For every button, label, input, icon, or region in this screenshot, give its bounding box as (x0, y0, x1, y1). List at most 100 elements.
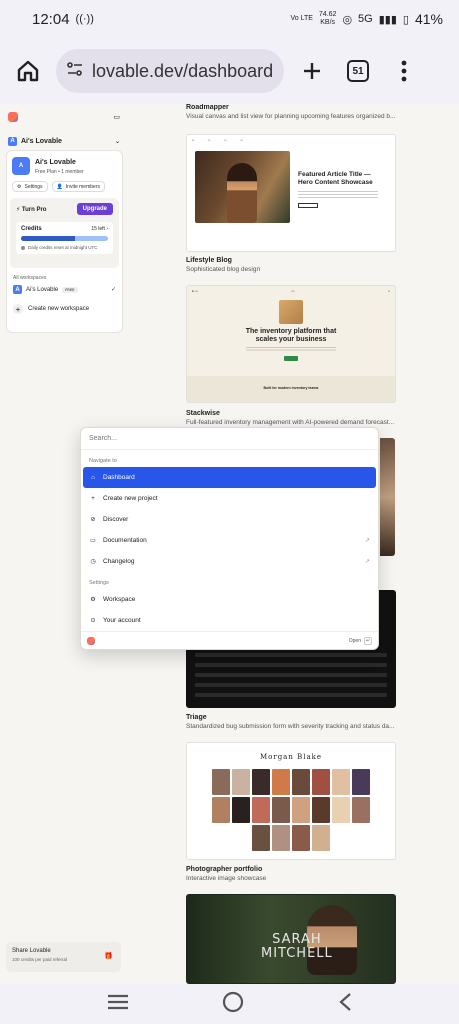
share-lovable-card[interactable]: Share Lovable 100 credits per paid refer… (6, 942, 121, 972)
turn-pro-label: ⚡ Turn Pro (16, 206, 47, 213)
plus-icon: + (13, 304, 23, 314)
create-workspace-button[interactable]: + Create new workspace (7, 294, 122, 314)
sidebar-header: ▭ (8, 112, 120, 122)
template-card[interactable]: Photographer portfolio Interactive image… (186, 866, 396, 882)
back-icon[interactable] (338, 992, 352, 1017)
credits-panel[interactable]: Credits 15 left › Daily credits reset at… (16, 222, 113, 254)
template-thumbnail[interactable]: Morgan Blake (186, 742, 396, 860)
palette-item-dashboard[interactable]: ⌂ Dashboard (83, 467, 376, 488)
user-plus-icon: 👤 (56, 183, 63, 190)
external-link-icon: ↗ (364, 559, 370, 565)
photo-thumbnail (272, 825, 290, 851)
photo-thumbnail (292, 797, 310, 823)
workspace-switcher[interactable]: A Ai's Lovable ⌄ (8, 132, 120, 150)
settings-label: Settings (24, 183, 43, 190)
palette-item-changelog[interactable]: ◷ Changelog ↗ (83, 551, 376, 572)
battery-percent: 41% (414, 11, 443, 27)
template-thumbnail[interactable]: SARAH MITCHELL (186, 894, 396, 984)
address-bar[interactable]: lovable.dev/dashboard (56, 49, 284, 93)
template-card[interactable]: Stackwise Full-featured inventory manage… (186, 410, 396, 426)
photo-thumbnail (252, 769, 270, 795)
palette-item-label: Your account (103, 617, 141, 624)
template-thumbnail[interactable]: ▪▪ ▪▪ ▪▪ ▪▪ Featured Article Title — Hero C… (186, 134, 396, 252)
home-icon[interactable] (10, 53, 46, 89)
command-palette: Navigate to ⌂ Dashboard + Create new pro… (80, 427, 379, 650)
palette-search (81, 428, 378, 450)
palette-footer: Open ↵ (81, 631, 378, 649)
workspace-item-label: Ai's Lovable (26, 286, 59, 293)
thumbnail-edge (380, 438, 395, 556)
plan-badge: FREE (62, 286, 78, 293)
share-subtitle: 100 credits per paid referral (12, 957, 68, 962)
invite-members-button[interactable]: 👤 Invite members (51, 181, 105, 192)
signal-icon: ▮▮▮ (378, 13, 397, 26)
sidebar-toggle-icon[interactable]: ▭ (113, 113, 120, 121)
all-workspaces-heading: All workspaces (13, 275, 47, 281)
photo-grid (187, 769, 395, 851)
workspace-switcher-label: Ai's Lovable (21, 137, 62, 145)
photo-thumbnail (332, 769, 350, 795)
workspace-avatar: A (13, 285, 22, 294)
template-desc: Full-featured inventory management with … (186, 419, 395, 426)
open-label: Open (348, 637, 361, 644)
template-card[interactable]: Roadmapper Visual canvas and list view f… (186, 104, 396, 120)
credits-label: Credits (21, 226, 42, 232)
thumb-nav: ▪▪ ▪▪ ▪▪ ▪▪ (192, 138, 243, 142)
upgrade-button[interactable]: Upgrade (76, 203, 113, 215)
lovable-logo[interactable] (8, 112, 18, 122)
palette-item-discover[interactable]: ⊘ Discover (83, 509, 376, 530)
photo-thumbnail (292, 769, 310, 795)
recent-apps-icon[interactable] (107, 994, 129, 1015)
box-image (279, 300, 303, 324)
photo-thumbnail (312, 797, 330, 823)
photo-thumbnail (332, 797, 350, 823)
template-thumbnail[interactable]: ■ ▪▪▪ ▪▪▪ ▪▪ The inventory platform that sc… (186, 285, 396, 403)
template-desc: Standardized bug submission form with se… (186, 723, 395, 730)
workspace-list-item[interactable]: A Ai's Lovable FREE ✓ (7, 281, 122, 294)
template-title: Photographer portfolio (186, 866, 263, 873)
palette-item-workspace[interactable]: ⚙ Workspace (83, 589, 376, 610)
enter-key-icon: ↵ (364, 636, 372, 645)
open-hint[interactable]: Open ↵ (348, 636, 372, 645)
palette-item-label: Documentation (103, 537, 147, 544)
status-indicators: Vo LTE 74.62 KB/s ◎ 5G ▮▮▮ ▯ 41% (290, 11, 443, 27)
template-desc: Interactive image showcase (186, 875, 267, 882)
photo-thumbnail (212, 797, 230, 823)
pro-box: ⚡ Turn Pro Upgrade Credits 15 left › Dai… (10, 198, 119, 268)
settings-section-heading: Settings (89, 580, 109, 586)
more-menu-icon[interactable] (386, 53, 422, 89)
template-title: Roadmapper (186, 104, 229, 111)
home-circle-icon[interactable] (222, 991, 244, 1018)
external-link-icon: ↗ (364, 538, 370, 544)
palette-item-label: Changelog (103, 558, 135, 565)
palette-item-create-project[interactable]: + Create new project (83, 488, 376, 509)
thumb-headline: Featured Article Title — Hero Content Sh… (298, 171, 373, 186)
system-nav-bar (0, 984, 459, 1024)
battery-icon: ▯ (402, 13, 409, 26)
template-card[interactable]: Lifestyle Blog Sophisticated blog design (186, 257, 396, 273)
network-label: 5G (358, 13, 373, 25)
palette-item-label: Create new project (103, 495, 158, 502)
credits-bar (21, 236, 108, 241)
photo-thumbnail (252, 825, 270, 851)
palette-item-documentation[interactable]: ▭ Documentation ↗ (83, 530, 376, 551)
credits-left: 15 left › (91, 226, 108, 232)
settings-button[interactable]: ⚙ Settings (12, 181, 48, 192)
net-speed: 74.62 KB/s (318, 11, 337, 26)
thumb-row (195, 653, 387, 657)
clock: 12:04 (32, 10, 70, 28)
search-input[interactable] (89, 435, 370, 442)
new-tab-icon[interactable] (294, 53, 330, 89)
workspace-plan: Free Plan • 1 member (35, 169, 84, 175)
user-icon: ⊙ (90, 618, 96, 624)
palette-item-account[interactable]: ⊙ Your account (83, 610, 376, 631)
browser-toolbar: lovable.dev/dashboard 51 (0, 38, 459, 104)
photo-thumbnail (272, 769, 290, 795)
turn-pro-row: ⚡ Turn Pro Upgrade (16, 203, 113, 215)
create-workspace-label: Create new workspace (28, 306, 90, 312)
tab-switcher-button[interactable]: 51 (340, 53, 376, 89)
template-title: Stackwise (186, 410, 220, 417)
site-settings-icon[interactable] (66, 60, 84, 83)
thumb-footer: Built for modern inventory teams (187, 376, 395, 402)
template-card[interactable]: Triage Standardized bug submission form … (186, 714, 396, 730)
